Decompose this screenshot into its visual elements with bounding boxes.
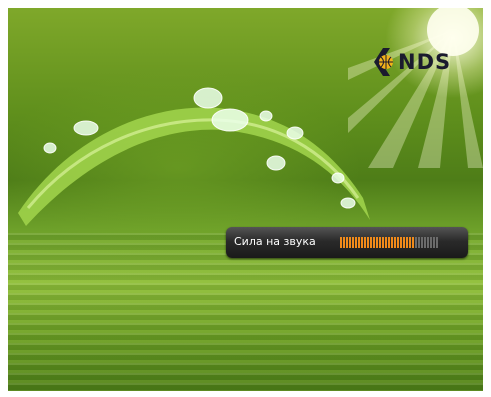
nds-logo-icon: [374, 48, 393, 76]
volume-segment-active: [367, 237, 369, 248]
volume-segment-active: [340, 237, 342, 248]
tv-screen: NDS Сила на звука: [8, 8, 483, 391]
volume-segment-active: [385, 237, 387, 248]
volume-segment-active: [388, 237, 390, 248]
volume-segment-active: [403, 237, 405, 248]
volume-segment-active: [355, 237, 357, 248]
volume-segment-active: [394, 237, 396, 248]
volume-segment-active: [400, 237, 402, 248]
volume-segment-active: [373, 237, 375, 248]
volume-segment-inactive: [415, 237, 417, 248]
nds-logo-text: NDS: [398, 50, 452, 74]
nds-logo: NDS: [370, 44, 451, 80]
volume-segment-active: [391, 237, 393, 248]
volume-segment-active: [364, 237, 366, 248]
volume-segment-active: [397, 237, 399, 248]
volume-segment-inactive: [427, 237, 429, 248]
volume-segment-active: [349, 237, 351, 248]
volume-segment-active: [370, 237, 372, 248]
volume-segment-active: [376, 237, 378, 248]
volume-segment-inactive: [433, 237, 435, 248]
volume-osd: Сила на звука: [226, 227, 468, 258]
volume-segment-active: [406, 237, 408, 248]
volume-segment-active: [343, 237, 345, 248]
volume-segment-inactive: [421, 237, 423, 248]
volume-segment-active: [352, 237, 354, 248]
volume-segment-active: [361, 237, 363, 248]
volume-segment-inactive: [424, 237, 426, 248]
volume-segment-active: [412, 237, 414, 248]
volume-segment-inactive: [436, 237, 438, 248]
volume-segment-inactive: [430, 237, 432, 248]
volume-segment-active: [358, 237, 360, 248]
volume-segment-active: [346, 237, 348, 248]
volume-bar: [340, 237, 438, 248]
volume-segment-active: [409, 237, 411, 248]
volume-segment-active: [382, 237, 384, 248]
tv-frame: NDS Сила на звука: [0, 0, 491, 397]
volume-segment-active: [379, 237, 381, 248]
volume-segment-inactive: [418, 237, 420, 248]
volume-label: Сила на звука: [234, 235, 316, 248]
